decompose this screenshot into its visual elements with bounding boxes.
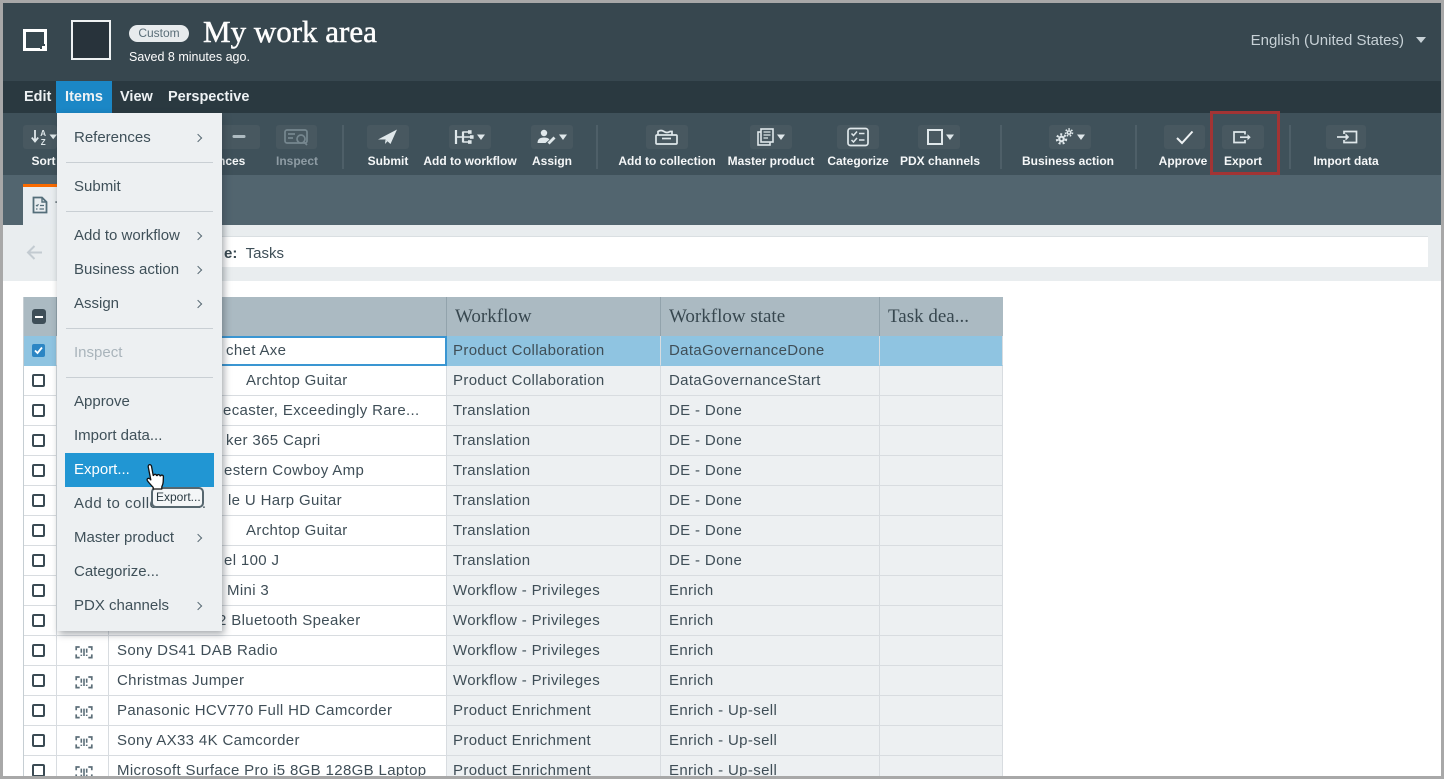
svg-text:Z: Z [41, 138, 46, 147]
svg-text:A: A [40, 129, 46, 138]
